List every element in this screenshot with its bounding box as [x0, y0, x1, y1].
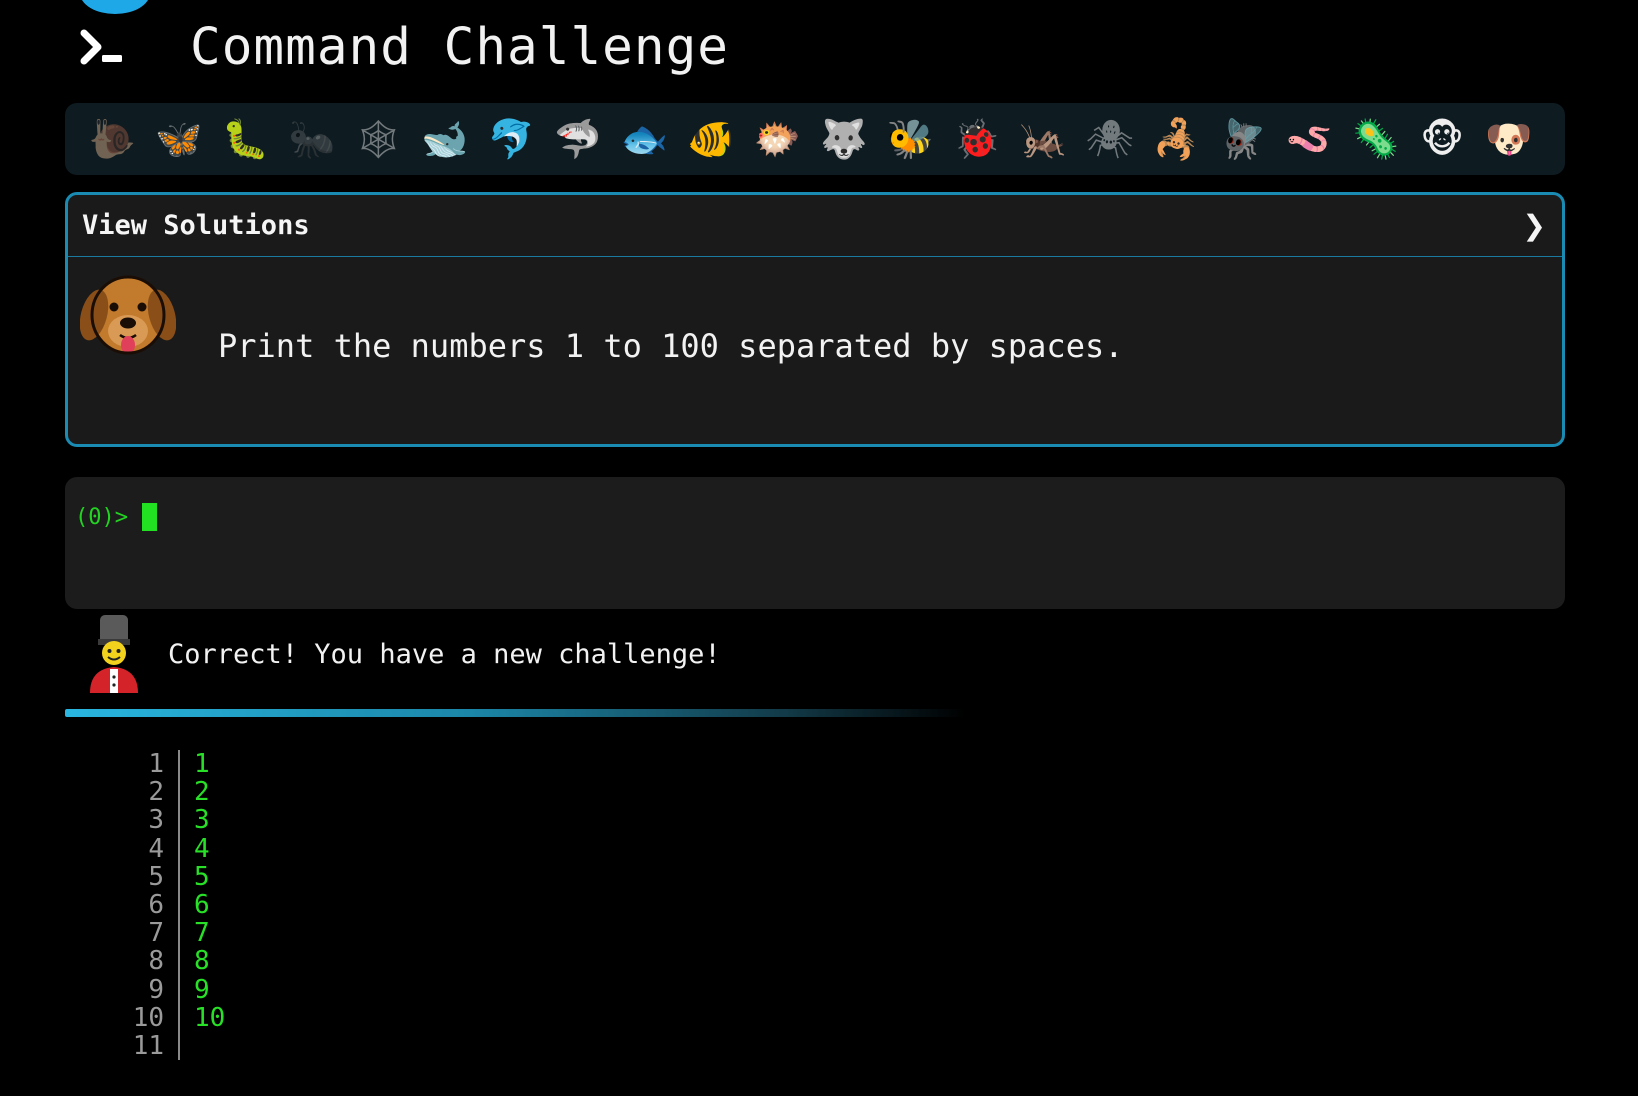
top-decoration [80, 0, 150, 14]
page: Command Challenge 🐌 🦋 🐛 🐜 🕸 🐋 🐬 🦈 🐟 🐠 🐡 🐺 🐝 🐞 🦗 🕷 🦂 🪰 🪱 🦠 🐵 🐶… [0, 0, 1638, 1096]
output-line: 7 [194, 918, 210, 949]
challenge-icon-cricket[interactable]: 🦗 [1010, 120, 1077, 158]
challenge-icon-bee[interactable]: 🐝 [877, 120, 944, 158]
header: Command Challenge [80, 14, 729, 80]
challenge-icon-wolf[interactable]: 🐺 [811, 120, 878, 158]
challenge-icon-scorpion[interactable]: 🦂 [1143, 120, 1210, 158]
challenge-icon-dog[interactable]: 🐶 [1476, 120, 1543, 158]
challenge-icon-shark[interactable]: 🦈 [545, 120, 612, 158]
guard-icon [86, 613, 142, 695]
challenge-icon-snail[interactable]: 🐌 [79, 120, 146, 158]
output-line: 1 [194, 749, 210, 779]
view-solutions-label: View Solutions [82, 210, 310, 241]
line-number: 10 [132, 1002, 164, 1033]
line-number: 8 [148, 946, 164, 977]
terminal-input[interactable]: (0)> [65, 477, 1565, 609]
challenge-icon-microbe[interactable]: 🦠 [1343, 120, 1410, 158]
challenge-body: Print the numbers 1 to 100 separated by … [68, 257, 1562, 445]
challenge-icon-spider[interactable]: 🕷 [1077, 120, 1144, 158]
challenge-icon-caterpillar[interactable]: 🐛 [212, 120, 279, 158]
line-number: 2 [148, 777, 164, 808]
line-number: 11 [132, 1030, 164, 1061]
line-number: 3 [148, 805, 164, 836]
output-line: 4 [194, 833, 210, 864]
output-line: 5 [194, 861, 210, 892]
line-number: 5 [148, 861, 164, 892]
line-number: 7 [148, 918, 164, 949]
terminal-line: (0)> [75, 503, 157, 531]
challenge-icon-ladybug[interactable]: 🐞 [944, 120, 1011, 158]
dog-face-icon [79, 271, 177, 361]
terminal-cursor [141, 503, 157, 531]
challenge-icon-whale[interactable]: 🐋 [412, 120, 479, 158]
challenge-description: Print the numbers 1 to 100 separated by … [218, 327, 1124, 365]
progress-bar [65, 709, 965, 717]
line-number-gutter: 1 2 3 4 5 6 7 8 9 10 11 [100, 750, 180, 1060]
challenge-emoji-bar: 🐌 🦋 🐛 🐜 🕸 🐋 🐬 🦈 🐟 🐠 🐡 🐺 🐝 🐞 🦗 🕷 🦂 🪰 🪱 🦠 🐵 🐶 [65, 103, 1565, 175]
output-line: 8 [194, 946, 210, 977]
terminal-prompt-icon [80, 26, 128, 68]
challenge-icon-butterfly[interactable]: 🦋 [146, 120, 213, 158]
output-line: 2 [194, 777, 210, 808]
output-line: 6 [194, 889, 210, 920]
challenge-icon-monkey[interactable]: 🐵 [1409, 120, 1476, 158]
solutions-panel: View Solutions ❯ Print the numbers 1 to … [65, 192, 1565, 447]
feedback-text: Correct! You have a new challenge! [168, 638, 721, 670]
terminal-prompt: (0)> [75, 504, 128, 530]
challenge-icon-blowfish[interactable]: 🐡 [744, 120, 811, 158]
progress-bar-fill [65, 709, 965, 717]
challenge-icon-spider-web[interactable]: 🕸 [345, 120, 412, 158]
line-number: 9 [148, 974, 164, 1005]
output-line: 10 [194, 1002, 226, 1033]
output-lines: 1 2 3 4 5 6 7 8 9 10 [180, 750, 225, 1060]
challenge-icon-tropical-fish[interactable]: 🐠 [678, 120, 745, 158]
output-line: 3 [194, 805, 210, 836]
line-number: 1 [148, 749, 164, 779]
feedback-message: Correct! You have a new challenge! [86, 613, 721, 695]
command-output: 1 2 3 4 5 6 7 8 9 10 11 1 2 3 4 5 6 7 8 9 10 [100, 750, 226, 1060]
challenge-icon-fish[interactable]: 🐟 [611, 120, 678, 158]
chevron-right-icon: ❯ [1522, 209, 1546, 242]
challenge-icon-ant[interactable]: 🐜 [279, 120, 346, 158]
challenge-icon-worm[interactable]: 🪱 [1276, 120, 1343, 158]
challenge-icon-dolphin[interactable]: 🐬 [478, 120, 545, 158]
line-number: 4 [148, 833, 164, 864]
view-solutions-toggle[interactable]: View Solutions ❯ [68, 195, 1562, 257]
page-title: Command Challenge [190, 17, 729, 77]
line-number: 6 [148, 889, 164, 920]
output-line: 9 [194, 974, 210, 1005]
challenge-icon-fly[interactable]: 🪰 [1210, 120, 1277, 158]
